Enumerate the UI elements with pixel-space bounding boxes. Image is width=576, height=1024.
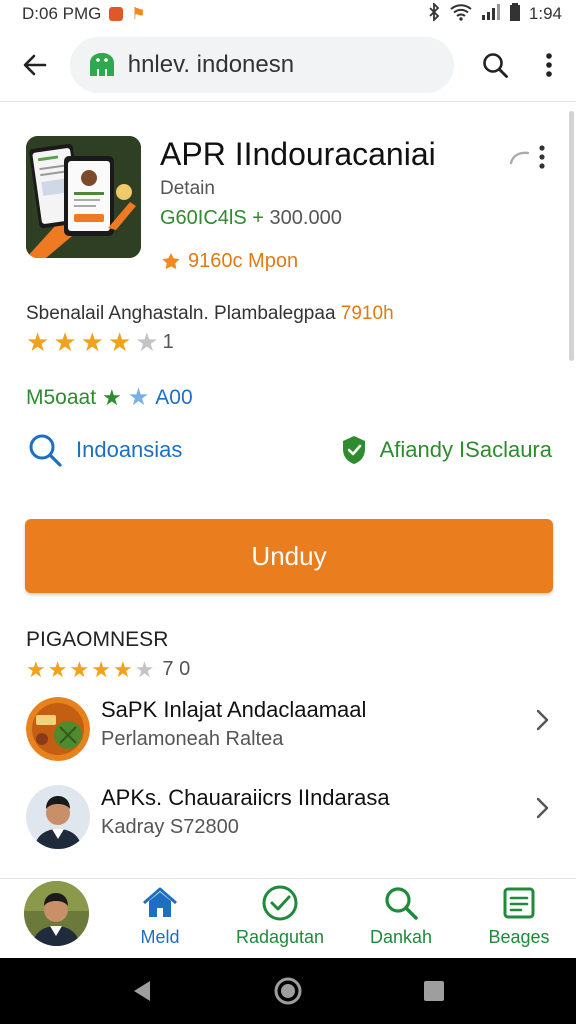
star-icon: ★ (47, 656, 68, 682)
search-button[interactable] (468, 28, 522, 102)
downloads-value: 300.000 (269, 207, 342, 229)
list-item-thumbnail (26, 697, 90, 761)
nav-label: Beages (488, 927, 550, 947)
cast-icon: ⚑ (131, 6, 146, 23)
app-developer[interactable]: Detain (160, 178, 215, 200)
browser-bar: hnlev. indonesn (0, 28, 576, 102)
description-text: Sbenalail Anghastaln. Plambalegpaa (26, 303, 336, 324)
android-icon (89, 52, 114, 76)
verified-link-label: Afiandy ISaclaura (379, 437, 552, 462)
meta-right: A00 (155, 385, 193, 409)
back-button[interactable] (0, 28, 70, 102)
list-item-subtitle: Kadray S72800 (101, 816, 239, 838)
links-row: Indoansias Afiandy ISaclaura (26, 431, 552, 469)
search-link-label: Indoansias (76, 437, 183, 462)
star-icon: ★ (69, 656, 90, 682)
page-content: APR IIndouracaniai Detain G60IC4lS + 300… (0, 103, 576, 878)
system-nav-bar (0, 958, 576, 1024)
star-icon: ★ (80, 327, 104, 357)
app-downloads: G60IC4lS + 300.000 (160, 207, 342, 230)
description-highlight: 7910h (340, 303, 394, 324)
search-icon (29, 434, 62, 467)
section-rating-count: 7 0 (162, 658, 191, 680)
nav-item-check[interactable]: Radagutan (225, 883, 335, 948)
more-vert-icon (546, 52, 552, 77)
search-icon (385, 887, 418, 920)
rating-row: ★ ★ ★ ★ ★ 1 (26, 329, 174, 355)
nav-label: Meld (140, 927, 180, 947)
shield-check-icon (342, 436, 365, 464)
verified-link[interactable]: Afiandy ISaclaura (340, 434, 552, 466)
nav-label: Dankah (369, 927, 433, 947)
star-green-icon: ★ (102, 384, 122, 410)
star-icon: ★ (53, 327, 77, 357)
star-icon: ★ (26, 656, 46, 682)
list-item[interactable]: APKs. Chauaraiicrs IIndarasa Kadray S728… (26, 785, 552, 855)
search-icon (483, 52, 509, 78)
list-item[interactable]: SaPK Inlajat Andaclaamaal Perlamoneah Ra… (26, 697, 552, 767)
chevron-right-icon (532, 705, 552, 735)
status-left: D:06 PMG ⚑ (22, 4, 146, 24)
list-item-avatar (26, 785, 90, 849)
battery-icon (509, 2, 521, 26)
app-badge: 9160c Mpon (160, 250, 298, 273)
star-empty-icon: ★ (134, 656, 155, 682)
section-rating: ★ ★ ★ ★ ★ ★ 7 0 (26, 658, 190, 681)
nav-label: Radagutan (235, 927, 325, 947)
bluetooth-icon (427, 1, 441, 26)
meta-left: M5oaat (26, 385, 97, 409)
notification-icon (109, 7, 124, 21)
home-circle-icon[interactable] (273, 976, 303, 1006)
signal-icon (481, 3, 501, 26)
star-blue-icon: ★ (127, 384, 150, 411)
nav-item-search[interactable]: Dankah (346, 883, 456, 948)
bottom-nav: Meld Radagutan Dankah Beages (0, 878, 576, 958)
badge-text: 9160c Mpon (188, 250, 299, 272)
list-item-subtitle: Perlamoneah Raltea (101, 728, 284, 750)
section-title: PIGAOMNESR (26, 628, 169, 651)
scrollbar[interactable] (569, 111, 574, 361)
award-icon (162, 252, 180, 269)
check-circle-icon (262, 885, 298, 921)
star-icon: ★ (107, 327, 132, 357)
menu-button[interactable] (522, 28, 576, 102)
star-icon: ★ (112, 656, 133, 682)
more-vert-icon[interactable] (538, 144, 546, 170)
rating-count: 1 (162, 330, 174, 353)
chevron-right-icon (532, 793, 552, 823)
status-time-left: D:06 PMG (22, 4, 102, 23)
url-text: hnlev. indonesn (127, 50, 295, 78)
downloads-label: G60IC4lS + (160, 207, 264, 229)
app-header: APR IIndouracaniai Detain G60IC4lS + 300… (26, 136, 546, 272)
list-item-title: SaPK Inlajat Andaclaamaal (101, 697, 367, 722)
status-right: 1:94 (427, 1, 562, 26)
search-link[interactable]: Indoansias (26, 431, 182, 469)
status-time-right: 1:94 (528, 4, 562, 23)
home-icon (143, 887, 177, 917)
back-triangle-icon[interactable] (130, 978, 154, 1004)
wifi-icon (449, 3, 473, 26)
recents-square-icon[interactable] (422, 979, 446, 1003)
star-icon: ★ (91, 656, 111, 682)
download-button[interactable]: Unduy (25, 519, 553, 593)
status-bar: D:06 PMG ⚑ 1:94 (0, 0, 576, 28)
header-actions (508, 144, 546, 170)
nav-item-pages[interactable]: Beages (464, 883, 574, 948)
url-bar[interactable]: hnlev. indonesn (69, 36, 455, 93)
arrow-left-icon (23, 54, 47, 75)
nav-item-home[interactable]: Meld (105, 883, 215, 948)
star-empty-icon: ★ (135, 327, 159, 357)
app-title: APR IIndouracaniai (160, 136, 436, 172)
list-item-title: APKs. Chauaraiicrs IIndarasa (101, 785, 390, 810)
app-icon[interactable] (26, 136, 141, 258)
profile-avatar[interactable] (24, 881, 89, 946)
meta-row: M5oaat ★ ★ A00 (26, 383, 193, 412)
document-icon (503, 887, 535, 919)
app-description: Sbenalail Anghastaln. Plambalegpaa 7910h (26, 303, 394, 325)
share-icon[interactable] (508, 147, 532, 167)
star-icon: ★ (26, 327, 50, 357)
